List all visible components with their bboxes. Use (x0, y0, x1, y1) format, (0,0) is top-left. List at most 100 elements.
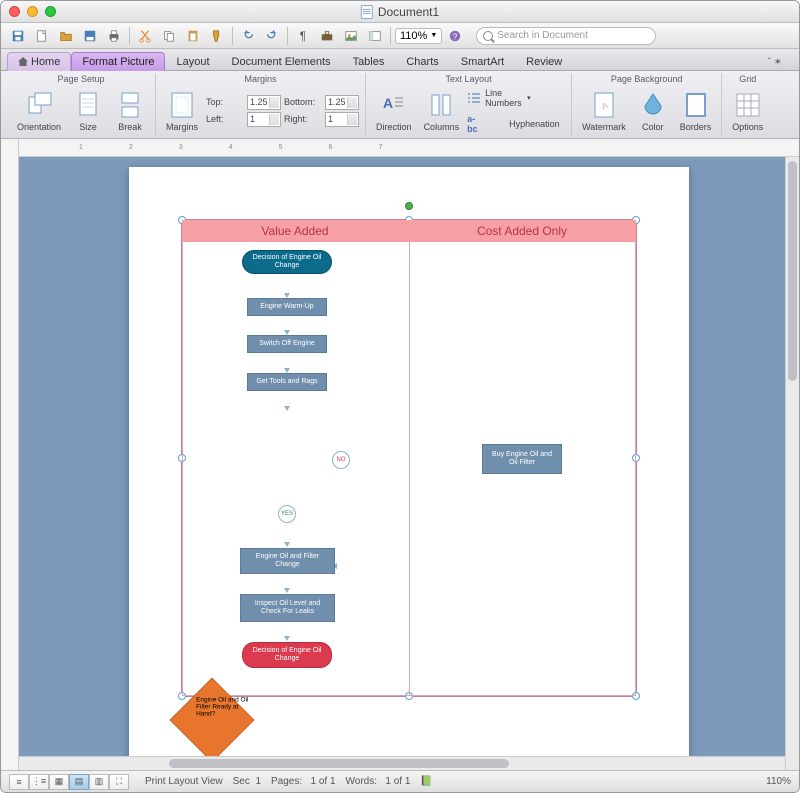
view-notebook-icon[interactable]: ▥ (89, 774, 109, 790)
titlebar: Document1 (1, 1, 799, 23)
copy-icon[interactable] (158, 26, 180, 46)
section-label: Sec 1 (233, 776, 261, 787)
vertical-ruler[interactable] (1, 139, 19, 770)
view-name: Print Layout View (145, 776, 223, 787)
view-outline-icon[interactable]: ⋮≡ (29, 774, 49, 790)
flow-step: Inspect Oil Level and Check For Leaks (240, 594, 335, 622)
horizontal-scrollbar[interactable] (19, 756, 799, 770)
document-title: Document1 (378, 5, 439, 19)
format-painter-icon[interactable] (206, 26, 228, 46)
watermark-button[interactable]: AWatermark (578, 88, 630, 134)
tab-review[interactable]: Review (515, 52, 573, 71)
separator (129, 27, 130, 45)
separator (390, 27, 391, 45)
flow-end: Decision of Engine Oil Change (242, 642, 332, 668)
flow-label-yes: YES (278, 505, 296, 523)
toolbox-icon[interactable] (316, 26, 338, 46)
flow-label-no: NO (332, 451, 350, 469)
tab-charts[interactable]: Charts (395, 52, 449, 71)
view-publishing-icon[interactable]: ▦ (49, 774, 69, 790)
line-numbers-button[interactable]: Line Numbers▾ (467, 88, 565, 108)
redo-icon[interactable] (261, 26, 283, 46)
tab-layout[interactable]: Layout (165, 52, 220, 71)
paste-icon[interactable] (182, 26, 204, 46)
svg-text:A: A (383, 95, 393, 111)
save2-icon[interactable] (79, 26, 101, 46)
ribbon-tabs: Home Format Picture Layout Document Elem… (1, 49, 799, 71)
close-window-button[interactable] (9, 6, 20, 17)
save-icon[interactable] (7, 26, 29, 46)
spellcheck-icon[interactable]: 📗 (420, 776, 432, 787)
columns-button[interactable]: Columns (420, 88, 464, 134)
search-field[interactable]: Search in Document (476, 27, 656, 45)
cut-icon[interactable] (134, 26, 156, 46)
orientation-button[interactable]: Orientation (13, 88, 65, 134)
size-button[interactable]: Size (69, 88, 107, 134)
undo-icon[interactable] (237, 26, 259, 46)
group-margins: Margins Margins Top:1.25Bottom:1.25 Left… (156, 73, 366, 136)
view-draft-icon[interactable]: ≡ (9, 774, 29, 790)
group-grid: Grid Options (722, 73, 773, 136)
swimlane-1-title: Value Added (182, 220, 409, 242)
home-icon (18, 57, 28, 66)
direction-button[interactable]: ADirection (372, 88, 416, 134)
search-icon (483, 31, 493, 41)
page-borders-button[interactable]: Borders (676, 88, 716, 134)
words-label: Words: 1 of 1 (346, 776, 411, 787)
scrollbar-thumb[interactable] (788, 161, 797, 381)
svg-text:?: ? (453, 32, 458, 41)
margins-button[interactable]: Margins (162, 88, 202, 134)
flow-step: Get Tools and Rags (247, 373, 327, 391)
tab-tables[interactable]: Tables (342, 52, 396, 71)
page-color-button[interactable]: Color (634, 88, 672, 134)
group-text-layout: Text Layout ADirection Columns Line Numb… (366, 73, 572, 136)
new-doc-icon[interactable] (31, 26, 53, 46)
zoom-selector[interactable]: 110%▼ (395, 28, 442, 44)
quick-toolbar: ¶ 110%▼ ? Search in Document (1, 23, 799, 49)
rotate-handle[interactable] (405, 202, 413, 210)
zoom-window-button[interactable] (45, 6, 56, 17)
tab-home[interactable]: Home (7, 52, 71, 71)
margin-bottom-input[interactable]: 1.25 (325, 95, 359, 110)
flow-step: Engine Warm-Up (247, 298, 327, 316)
flow-step: Switch Off Engine (247, 335, 327, 353)
view-print-layout-icon[interactable]: ▤ (69, 774, 89, 790)
tab-smartart[interactable]: SmartArt (450, 52, 515, 71)
hyphenation-button[interactable]: a-bcHyphenation (467, 114, 565, 134)
pages-label: Pages: 1 of 1 (271, 776, 336, 787)
flowchart-header: Value Added Cost Added Only (182, 220, 636, 242)
grid-options-button[interactable]: Options (728, 88, 767, 134)
scrollbar-thumb[interactable] (169, 759, 509, 768)
view-fullscreen-icon[interactable]: ⛶ (109, 774, 129, 790)
document-canvas[interactable]: Value Added Cost Added Only (19, 157, 799, 756)
ribbon-collapse-icon[interactable]: ˇ ✶ (757, 53, 794, 71)
tab-format-picture[interactable]: Format Picture (71, 52, 165, 71)
page: Value Added Cost Added Only (129, 167, 689, 756)
minimize-window-button[interactable] (27, 6, 38, 17)
document-viewport: 1234567 Value Added (1, 139, 799, 770)
margin-left-input[interactable]: 1 (247, 112, 281, 127)
gallery-icon[interactable] (340, 26, 362, 46)
flow-step: Engine Oil and Filter Change (240, 548, 335, 574)
help-icon[interactable]: ? (444, 26, 466, 46)
app-window: Document1 ¶ 110%▼ ? Search in Document H… (0, 0, 800, 793)
tab-document-elements[interactable]: Document Elements (221, 52, 342, 71)
document-icon (361, 5, 373, 19)
break-button[interactable]: Break (111, 88, 149, 134)
ribbon: Page Setup Orientation Size Break Margin… (1, 71, 799, 139)
open-icon[interactable] (55, 26, 77, 46)
sidebar-icon[interactable] (364, 26, 386, 46)
group-page-setup: Page Setup Orientation Size Break (7, 73, 156, 136)
horizontal-ruler[interactable]: 1234567 (19, 139, 799, 157)
selected-picture-frame[interactable]: Value Added Cost Added Only (181, 219, 637, 697)
vertical-scrollbar[interactable] (785, 157, 799, 770)
window-controls (9, 6, 56, 17)
show-marks-icon[interactable]: ¶ (292, 26, 314, 46)
margin-top-input[interactable]: 1.25 (247, 95, 281, 110)
print-icon[interactable] (103, 26, 125, 46)
status-bar: ≡ ⋮≡ ▦ ▤ ▥ ⛶ Print Layout View Sec 1 Pag… (1, 770, 799, 792)
flow-start: Decision of Engine Oil Change (242, 250, 332, 274)
view-mode-buttons: ≡ ⋮≡ ▦ ▤ ▥ ⛶ (9, 774, 129, 790)
zoom-level[interactable]: 110% (766, 776, 791, 787)
margin-right-input[interactable]: 1 (325, 112, 359, 127)
